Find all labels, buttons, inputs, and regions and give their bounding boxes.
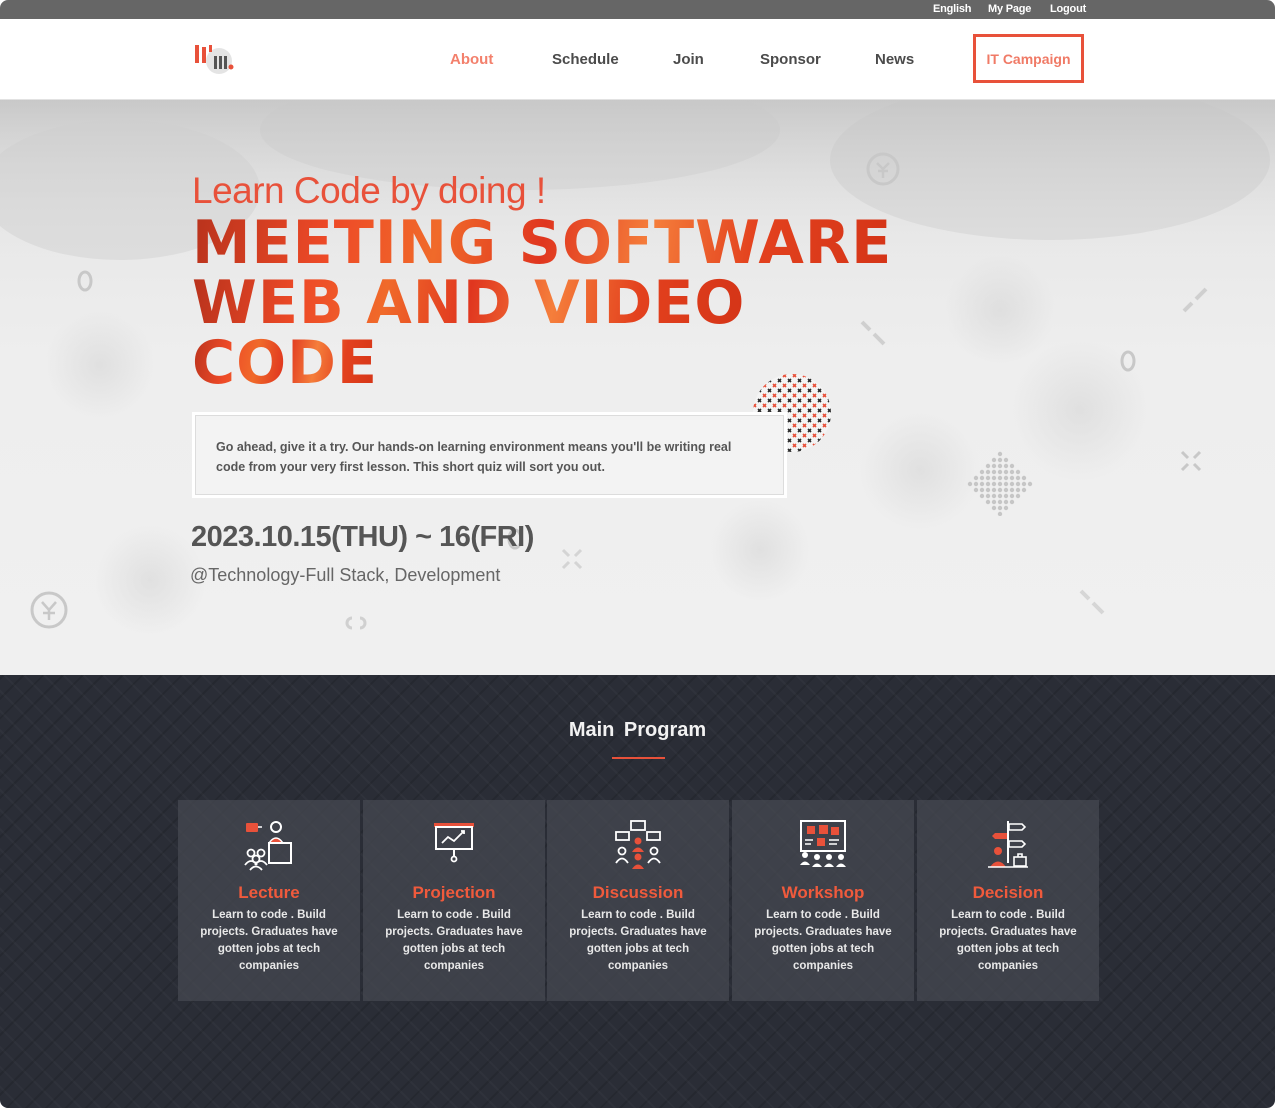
zero-icon xyxy=(1120,350,1136,372)
hero-tagline: Learn Code by doing ! xyxy=(192,170,546,211)
nav-schedule[interactable]: Schedule xyxy=(552,51,619,68)
site-header: About Schedule Join Sponsor News IT Camp… xyxy=(0,19,1275,100)
site-logo[interactable] xyxy=(193,42,237,76)
dash-icon xyxy=(1182,287,1208,313)
currency-icon xyxy=(866,152,900,186)
lecture-icon xyxy=(244,821,292,871)
main-program-section: Main Program Lecture Learn to code . Bui… xyxy=(0,675,1275,1108)
nav-about[interactable]: About xyxy=(450,51,493,68)
hero-headline-line-2: WEB AND VIDEO xyxy=(192,268,746,338)
loop-icon xyxy=(345,616,367,630)
language-link[interactable]: English xyxy=(933,3,972,15)
card-title: Discussion xyxy=(592,883,684,902)
hero-description-box: Go ahead, give it a try. Our hands-on le… xyxy=(192,412,787,498)
it-campaign-button[interactable]: IT Campaign xyxy=(973,34,1084,83)
hero-section: Learn Code by doing ! MEETING SOFTWARE W… xyxy=(0,100,1275,675)
nav-news[interactable]: News xyxy=(875,51,914,68)
logout-link[interactable]: Logout xyxy=(1050,3,1086,15)
card-title: Decision xyxy=(972,883,1044,902)
program-card-workshop[interactable]: Workshop Learn to code . Build projects.… xyxy=(732,800,914,1001)
discussion-icon xyxy=(615,820,661,869)
decision-icon xyxy=(988,821,1028,868)
program-card-discussion[interactable]: Discussion Learn to code . Build project… xyxy=(547,800,729,1001)
hero-description: Go ahead, give it a try. Our hands-on le… xyxy=(195,415,784,495)
event-date: 2023.10.15(THU) ~ 16(FRI) xyxy=(191,521,534,553)
dash-icon xyxy=(1079,589,1105,615)
dot-diamond-graphic xyxy=(967,451,1033,516)
card-description: Learn to code . Build projects. Graduate… xyxy=(385,909,523,972)
nav-sponsor[interactable]: Sponsor xyxy=(760,51,821,68)
program-card-lecture[interactable]: Lecture Learn to code . Build projects. … xyxy=(178,800,360,1001)
card-description: Learn to code . Build projects. Graduate… xyxy=(939,909,1077,972)
card-description: Learn to code . Build projects. Graduate… xyxy=(569,909,707,972)
program-card-projection[interactable]: Projection Learn to code . Build project… xyxy=(363,800,545,1001)
zero-icon xyxy=(77,270,93,292)
nav-join[interactable]: Join xyxy=(673,51,704,68)
projection-icon xyxy=(434,823,474,863)
yen-icon xyxy=(30,591,68,629)
cross-arrows-icon xyxy=(561,548,583,570)
section-title-underline xyxy=(612,757,665,759)
card-title: Lecture xyxy=(238,883,300,902)
utility-bar: English My Page Logout xyxy=(0,0,1275,19)
program-card-decision[interactable]: Decision Learn to code . Build projects.… xyxy=(917,800,1099,1001)
my-page-link[interactable]: My Page xyxy=(988,3,1031,15)
hero-headline-line-3: CODE xyxy=(192,328,379,398)
event-venue: @Technology-Full Stack, Development xyxy=(190,565,501,585)
cross-arrows-icon xyxy=(1180,450,1202,472)
workshop-icon xyxy=(800,820,846,867)
card-description: Learn to code . Build projects. Graduate… xyxy=(200,909,338,972)
dash-icon xyxy=(860,320,886,346)
card-title: Workshop xyxy=(781,883,865,902)
section-title: Main Program xyxy=(568,719,707,741)
card-description: Learn to code . Build projects. Graduate… xyxy=(754,909,892,972)
hero-headline-line-1: MEETING SOFTWARE xyxy=(192,208,893,278)
card-title: Projection xyxy=(412,883,496,902)
